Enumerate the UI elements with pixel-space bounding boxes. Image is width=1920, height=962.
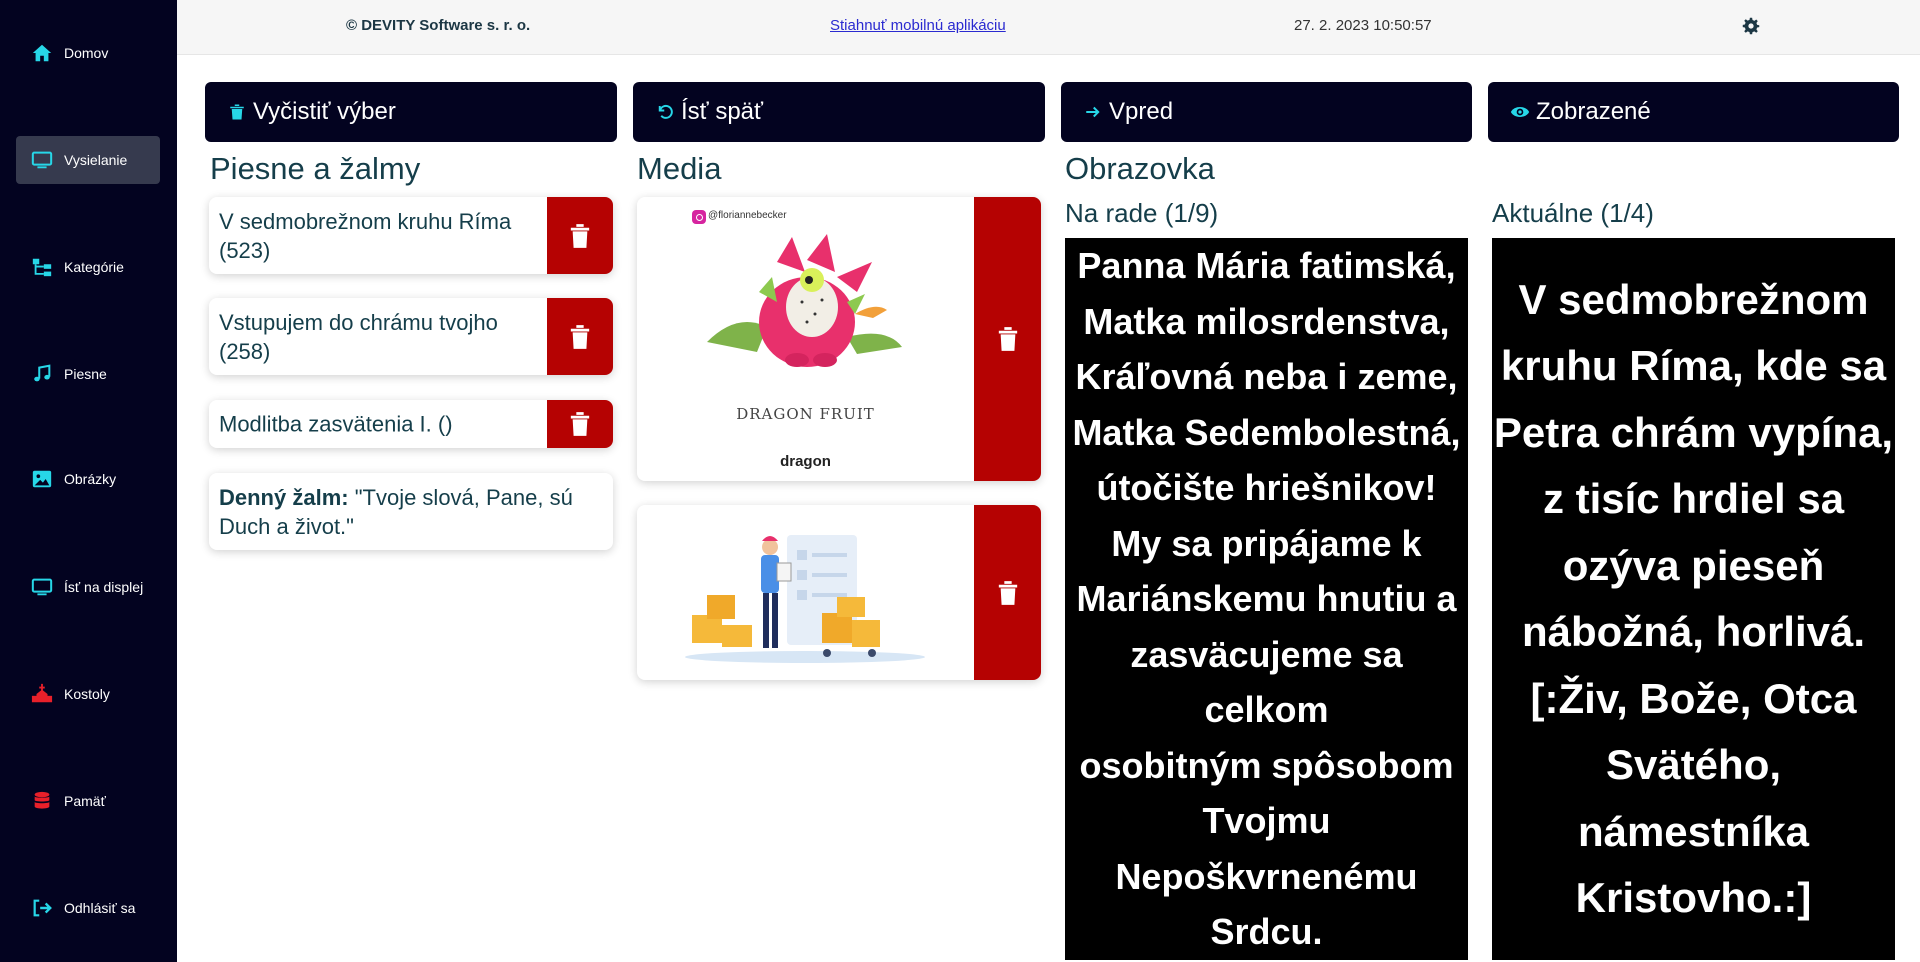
delete-button[interactable] (547, 197, 613, 274)
sidebar-item-label: Vysielanie (64, 152, 128, 168)
database-icon (30, 789, 54, 813)
sidebar-item-label: Kategórie (64, 259, 124, 275)
forward-label: Vpred (1109, 98, 1174, 125)
delete-button[interactable] (547, 400, 613, 448)
mobile-app-link[interactable]: Stiahnuť mobilnú aplikáciu (830, 17, 1006, 34)
list-item[interactable]: V sedmobrežnom kruhu Ríma (523) (209, 197, 613, 274)
gear-icon[interactable] (1742, 17, 1760, 35)
instagram-icon (692, 210, 706, 224)
songs-title: Piesne a žalmy (210, 151, 421, 186)
trash-icon (570, 412, 590, 436)
next-label: Na rade (1/9) (1065, 198, 1219, 228)
undo-icon (655, 101, 675, 123)
delete-button[interactable] (974, 197, 1041, 481)
screen-title: Obrazovka (1065, 151, 1215, 186)
trash-icon (227, 101, 247, 123)
shown-button[interactable]: Zobrazené (1488, 82, 1899, 142)
next-slide-preview[interactable]: Panna Mária fatimská, Matka milosrdenstv… (1065, 238, 1468, 960)
list-item[interactable]: Modlitba zasvätenia I. () (209, 400, 613, 448)
sidebar-item-piesne[interactable]: Piesne (16, 350, 160, 398)
delete-button[interactable] (974, 505, 1041, 680)
sidebar-item-vysielanie[interactable]: Vysielanie (16, 136, 160, 184)
current-label: Aktuálne (1/4) (1492, 198, 1654, 228)
church-icon (30, 682, 54, 706)
go-back-label: Ísť späť (681, 98, 764, 125)
sidebar: Domov Vysielanie Kategórie Piesne Obrázk… (0, 0, 177, 962)
delete-button[interactable] (547, 298, 613, 375)
sidebar-item-domov[interactable]: Domov (16, 29, 160, 77)
dragon-art-text: DRAGON FRUIT (736, 405, 875, 423)
home-icon (30, 41, 54, 65)
clear-selection-button[interactable]: Vyčistiť výber (205, 82, 617, 142)
sidebar-item-kostoly[interactable]: Kostoly (16, 670, 160, 718)
trash-icon (570, 324, 590, 349)
sidebar-item-ist-na-displej[interactable]: Ísť na displej (16, 563, 160, 611)
sidebar-item-obrazky[interactable]: Obrázky (16, 455, 160, 503)
logout-icon (30, 896, 54, 920)
next-slide-text: Panna Mária fatimská, Matka milosrdenstv… (1072, 245, 1461, 953)
sidebar-item-odhlasit[interactable]: Odhlásiť sa (16, 884, 160, 932)
song-label: V sedmobrežnom kruhu Ríma (523) (219, 208, 512, 263)
datetime-text: 27. 2. 2023 10:50:57 (1294, 17, 1432, 34)
sidebar-item-label: Odhlásiť sa (64, 900, 136, 916)
dragon-thumbnail: @floriannebecker DRAGON FRUIT dragon (637, 197, 974, 481)
media-title: Media (637, 151, 722, 186)
psalm-label: Denný žalm: (219, 485, 349, 510)
sitemap-icon (30, 255, 54, 279)
trash-icon (570, 223, 590, 248)
sidebar-item-label: Piesne (64, 366, 107, 382)
arrow-right-icon (1083, 101, 1103, 123)
media-caption: dragon (780, 453, 831, 470)
current-slide-preview[interactable]: V sedmobrežnom kruhu Ríma, kde sa Petra … (1492, 238, 1895, 960)
media-item[interactable] (637, 505, 1041, 680)
sidebar-item-label: Domov (64, 45, 109, 61)
copyright-text: © DEVITY Software s. r. o. (346, 17, 531, 34)
instagram-handle: @floriannebecker (708, 210, 787, 221)
go-back-button[interactable]: Ísť späť (633, 82, 1045, 142)
sidebar-item-label: Pamäť (64, 793, 106, 809)
sidebar-item-pamat[interactable]: Pamäť (16, 777, 160, 825)
clear-selection-label: Vyčistiť výber (253, 98, 396, 125)
sidebar-item-kategorie[interactable]: Kategórie (16, 243, 160, 291)
image-icon (30, 467, 54, 491)
trash-icon (998, 580, 1017, 605)
current-slide-text: V sedmobrežnom kruhu Ríma, kde sa Petra … (1493, 275, 1894, 922)
song-label: Modlitba zasvätenia I. () (219, 411, 453, 437)
music-icon (30, 362, 54, 386)
media-item[interactable]: @floriannebecker DRAGON FRUIT dragon (637, 197, 1041, 481)
sidebar-item-label: Obrázky (64, 471, 117, 487)
sidebar-item-label: Ísť na displej (64, 579, 144, 595)
monitor-icon (30, 148, 54, 172)
forward-button[interactable]: Vpred (1061, 82, 1472, 142)
daily-psalm-card: Denný žalm: "Tvoje slová, Pane, sú Duch … (209, 473, 613, 550)
shown-label: Zobrazené (1536, 98, 1651, 125)
song-label: Vstupujem do chrámu tvojho (258) (219, 309, 498, 364)
delivery-illustration (685, 535, 925, 663)
list-item[interactable]: Vstupujem do chrámu tvojho (258) (209, 298, 613, 375)
dragon-illustration (707, 234, 902, 367)
sidebar-item-label: Kostoly (64, 686, 110, 702)
monitor-icon (30, 575, 54, 599)
top-bar: © DEVITY Software s. r. o. Stiahnuť mobi… (177, 0, 1920, 55)
eye-icon (1510, 101, 1530, 123)
trash-icon (998, 327, 1017, 351)
